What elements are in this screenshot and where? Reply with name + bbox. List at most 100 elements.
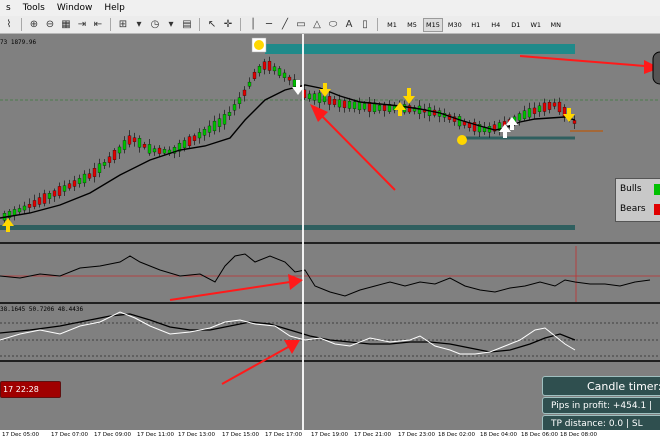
- line-chart-icon[interactable]: ⌇: [2, 18, 16, 32]
- bull-candle: [62, 185, 67, 192]
- bear-candle: [67, 183, 72, 189]
- ellipse-icon[interactable]: ⬭: [326, 18, 340, 32]
- legend-row-bulls: Bulls: [616, 179, 660, 199]
- bull-candle: [237, 97, 242, 104]
- dropdown-arrow-icon[interactable]: ▾: [132, 18, 146, 32]
- red-arrow-annotations: [169, 55, 660, 385]
- bulls-swatch: [654, 183, 660, 195]
- bear-candle: [242, 89, 247, 96]
- label-icon[interactable]: ▯: [358, 18, 372, 32]
- bull-candle: [352, 101, 357, 109]
- bear-candle: [72, 180, 77, 187]
- auto-scroll-icon[interactable]: ⇤: [91, 18, 105, 32]
- bear-candle: [27, 204, 32, 208]
- bear-candle: [252, 71, 257, 79]
- pips-in-profit-panel: Pips in profit: +454.1 |: [542, 397, 660, 414]
- bulls-bears-legend: Bulls Bears: [615, 178, 660, 222]
- bear-candle: [332, 99, 337, 105]
- time-axis-label: 17 Dec 19:00: [311, 432, 348, 438]
- time-axis-label: 17 Dec 15:00: [222, 432, 259, 438]
- bull-candle: [102, 162, 107, 166]
- timeframe-mn[interactable]: MN: [547, 18, 565, 32]
- trade-badge: [652, 51, 660, 85]
- crosshair-icon[interactable]: ✛: [221, 18, 235, 32]
- bear-candle: [157, 147, 162, 154]
- bear-candle: [127, 135, 132, 145]
- candle-timer-panel: Candle timer: 0: [542, 376, 660, 396]
- triangle-icon[interactable]: △: [310, 18, 324, 32]
- bear-candle: [547, 102, 552, 110]
- rectangle-icon[interactable]: ▭: [294, 18, 308, 32]
- chart-shift-icon[interactable]: ⇥: [75, 18, 89, 32]
- bull-candle: [337, 99, 342, 108]
- indicators-icon[interactable]: ⊞: [116, 18, 130, 32]
- time-axis: 17 Dec 05:00 17 Dec 07:00 17 Dec 09:00 17 D…: [0, 430, 660, 440]
- bull-candle: [457, 116, 462, 127]
- time-axis-label: 17 Dec 07:00: [51, 432, 88, 438]
- bear-candle: [532, 107, 537, 114]
- bull-candle: [97, 163, 102, 173]
- price-label: 73 1879.96: [0, 39, 37, 46]
- toolbar-separator: [110, 18, 111, 31]
- bull-candle: [162, 149, 167, 154]
- bull-candle: [322, 95, 327, 102]
- trendline-icon[interactable]: ╱: [278, 18, 292, 32]
- indicator1-line: [0, 253, 651, 297]
- time-axis-label: 17 Dec 13:00: [178, 432, 215, 438]
- timeframe-m30[interactable]: M30: [445, 18, 465, 32]
- menu-item-window[interactable]: Window: [51, 3, 99, 13]
- time-axis-label: 17 Dec 21:00: [354, 432, 391, 438]
- time-axis-label: 18 Dec 04:00: [480, 432, 517, 438]
- bull-candle: [312, 93, 317, 101]
- bear-candle: [557, 101, 562, 113]
- bull-candle: [272, 66, 277, 72]
- bear-candle: [572, 120, 577, 124]
- bull-candle: [82, 173, 87, 184]
- zoom-in-icon[interactable]: ⊕: [27, 18, 41, 32]
- bull-candle: [207, 125, 212, 133]
- text-icon[interactable]: A: [342, 18, 356, 32]
- bull-candle: [137, 138, 142, 148]
- periods-icon[interactable]: ◷: [148, 18, 162, 32]
- trading-terminal: s Tools Window Help ⌇ ⊕ ⊖ ▦ ⇥ ⇤ ⊞ ▾ ◷ ▾ …: [0, 0, 660, 440]
- timeframe-d1[interactable]: D1: [507, 18, 525, 32]
- bear-candle: [57, 186, 62, 196]
- tile-windows-icon[interactable]: ▦: [59, 18, 73, 32]
- signal-markers: [2, 37, 575, 232]
- bear-candle: [407, 105, 412, 113]
- bull-candle: [517, 113, 522, 121]
- timeframe-h4[interactable]: H4: [487, 18, 505, 32]
- toolbar-separator: [21, 18, 22, 31]
- cursor-icon[interactable]: ↖: [205, 18, 219, 32]
- templates-icon[interactable]: ▤: [180, 18, 194, 32]
- bull-candle: [182, 140, 187, 149]
- bull-candle: [277, 68, 282, 76]
- bull-candle: [152, 148, 157, 153]
- time-axis-label: 17 Dec 05:00: [2, 432, 39, 438]
- bull-candle: [247, 81, 252, 87]
- menu-item-tools[interactable]: Tools: [17, 3, 51, 13]
- horizontal-line-icon[interactable]: ─: [262, 18, 276, 32]
- menu-item-help[interactable]: Help: [98, 3, 131, 13]
- timeframe-m15[interactable]: M15: [423, 17, 443, 32]
- bear-candle: [37, 197, 42, 205]
- bull-candle: [212, 120, 217, 132]
- bear-candle: [187, 136, 192, 146]
- menu-item-file[interactable]: s: [0, 3, 17, 13]
- bear-candle: [382, 105, 387, 111]
- dropdown-arrow-icon[interactable]: ▾: [164, 18, 178, 32]
- timeframe-w1[interactable]: W1: [527, 18, 545, 32]
- red-timer-box: 17 22:28: [0, 381, 61, 398]
- timeframe-h1[interactable]: H1: [467, 18, 485, 32]
- timeframe-m5[interactable]: M5: [403, 18, 421, 32]
- bull-candle: [17, 208, 22, 213]
- bull-candle: [537, 105, 542, 112]
- bull-candle: [12, 209, 17, 216]
- zoom-out-icon[interactable]: ⊖: [43, 18, 57, 32]
- bull-candle: [117, 146, 122, 154]
- toolbar-separator: [377, 18, 378, 31]
- bear-candle: [552, 102, 557, 107]
- bear-candle: [107, 156, 112, 163]
- timeframe-m1[interactable]: M1: [383, 18, 401, 32]
- vertical-line-icon[interactable]: │: [246, 18, 260, 32]
